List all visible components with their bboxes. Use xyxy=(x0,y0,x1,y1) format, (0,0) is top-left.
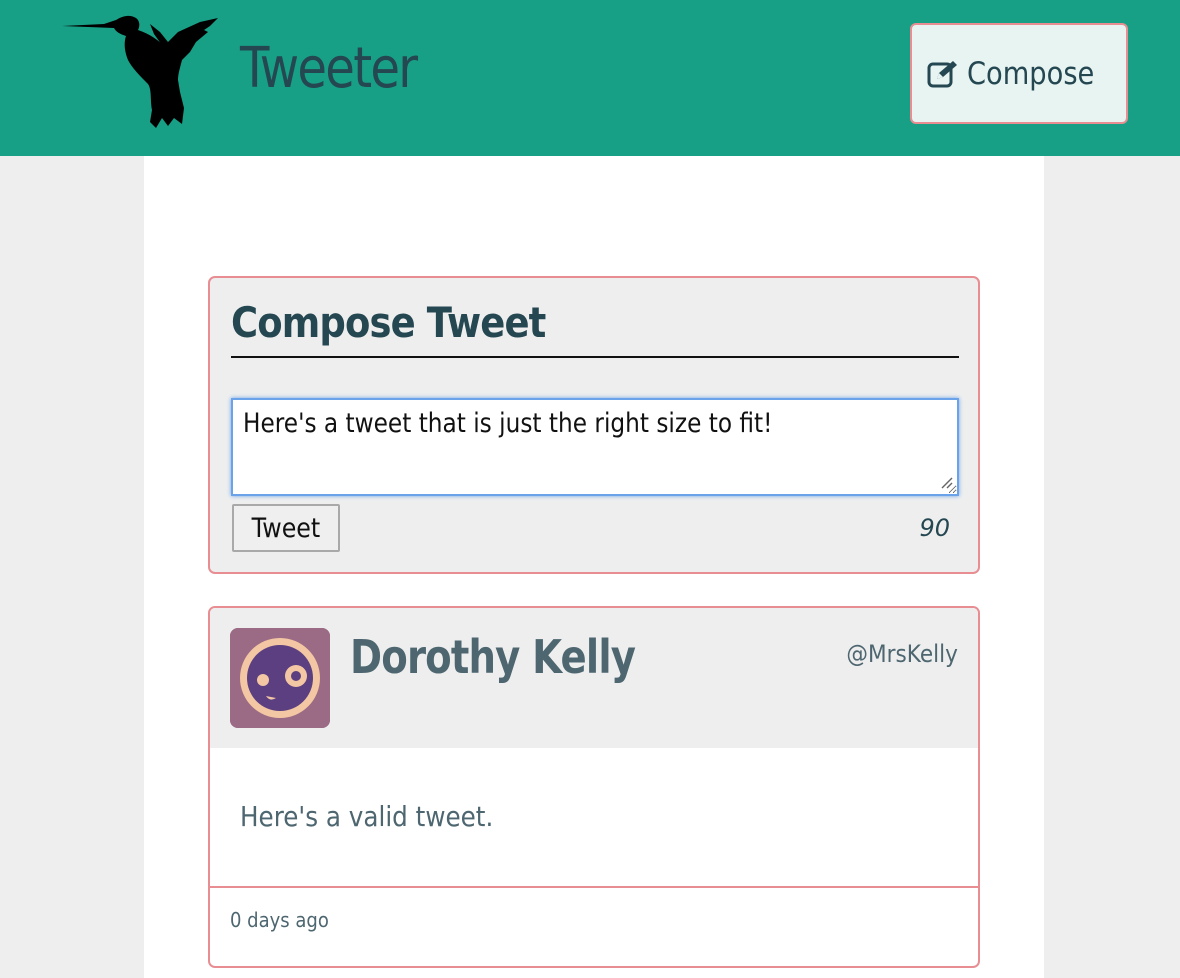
tweet-header: Dorothy Kelly @MrsKelly xyxy=(210,608,978,748)
tweet-submit-label: Tweet xyxy=(251,512,321,544)
face-avatar-icon xyxy=(230,628,330,728)
resize-handle-icon[interactable] xyxy=(938,474,954,490)
tweet-footer: 0 days ago xyxy=(210,886,978,966)
tweet-textarea[interactable] xyxy=(231,398,959,496)
edit-icon xyxy=(927,60,957,87)
new-tweet-form: Compose Tweet Here's a tweet that is jus… xyxy=(208,276,980,574)
nav-bar: Tweeter Compose xyxy=(0,0,1180,156)
tweet-submit-button[interactable]: Tweet xyxy=(232,504,340,552)
tweet-timestamp: 0 days ago xyxy=(230,908,329,932)
tweet-content: Here's a valid tweet. xyxy=(240,800,494,833)
tweet-author-name: Dorothy Kelly xyxy=(350,630,636,684)
brand-title: Tweeter xyxy=(240,36,418,101)
compose-button[interactable]: Compose xyxy=(910,23,1128,124)
tweet-card: Dorothy Kelly @MrsKelly Here's a valid t… xyxy=(208,606,980,968)
compose-button-label: Compose xyxy=(966,55,1094,92)
char-counter: 90 xyxy=(919,514,950,542)
avatar xyxy=(230,628,330,728)
tweet-author-handle: @MrsKelly xyxy=(846,640,958,668)
hummingbird-icon[interactable] xyxy=(58,12,222,132)
compose-heading: Compose Tweet xyxy=(231,298,959,358)
